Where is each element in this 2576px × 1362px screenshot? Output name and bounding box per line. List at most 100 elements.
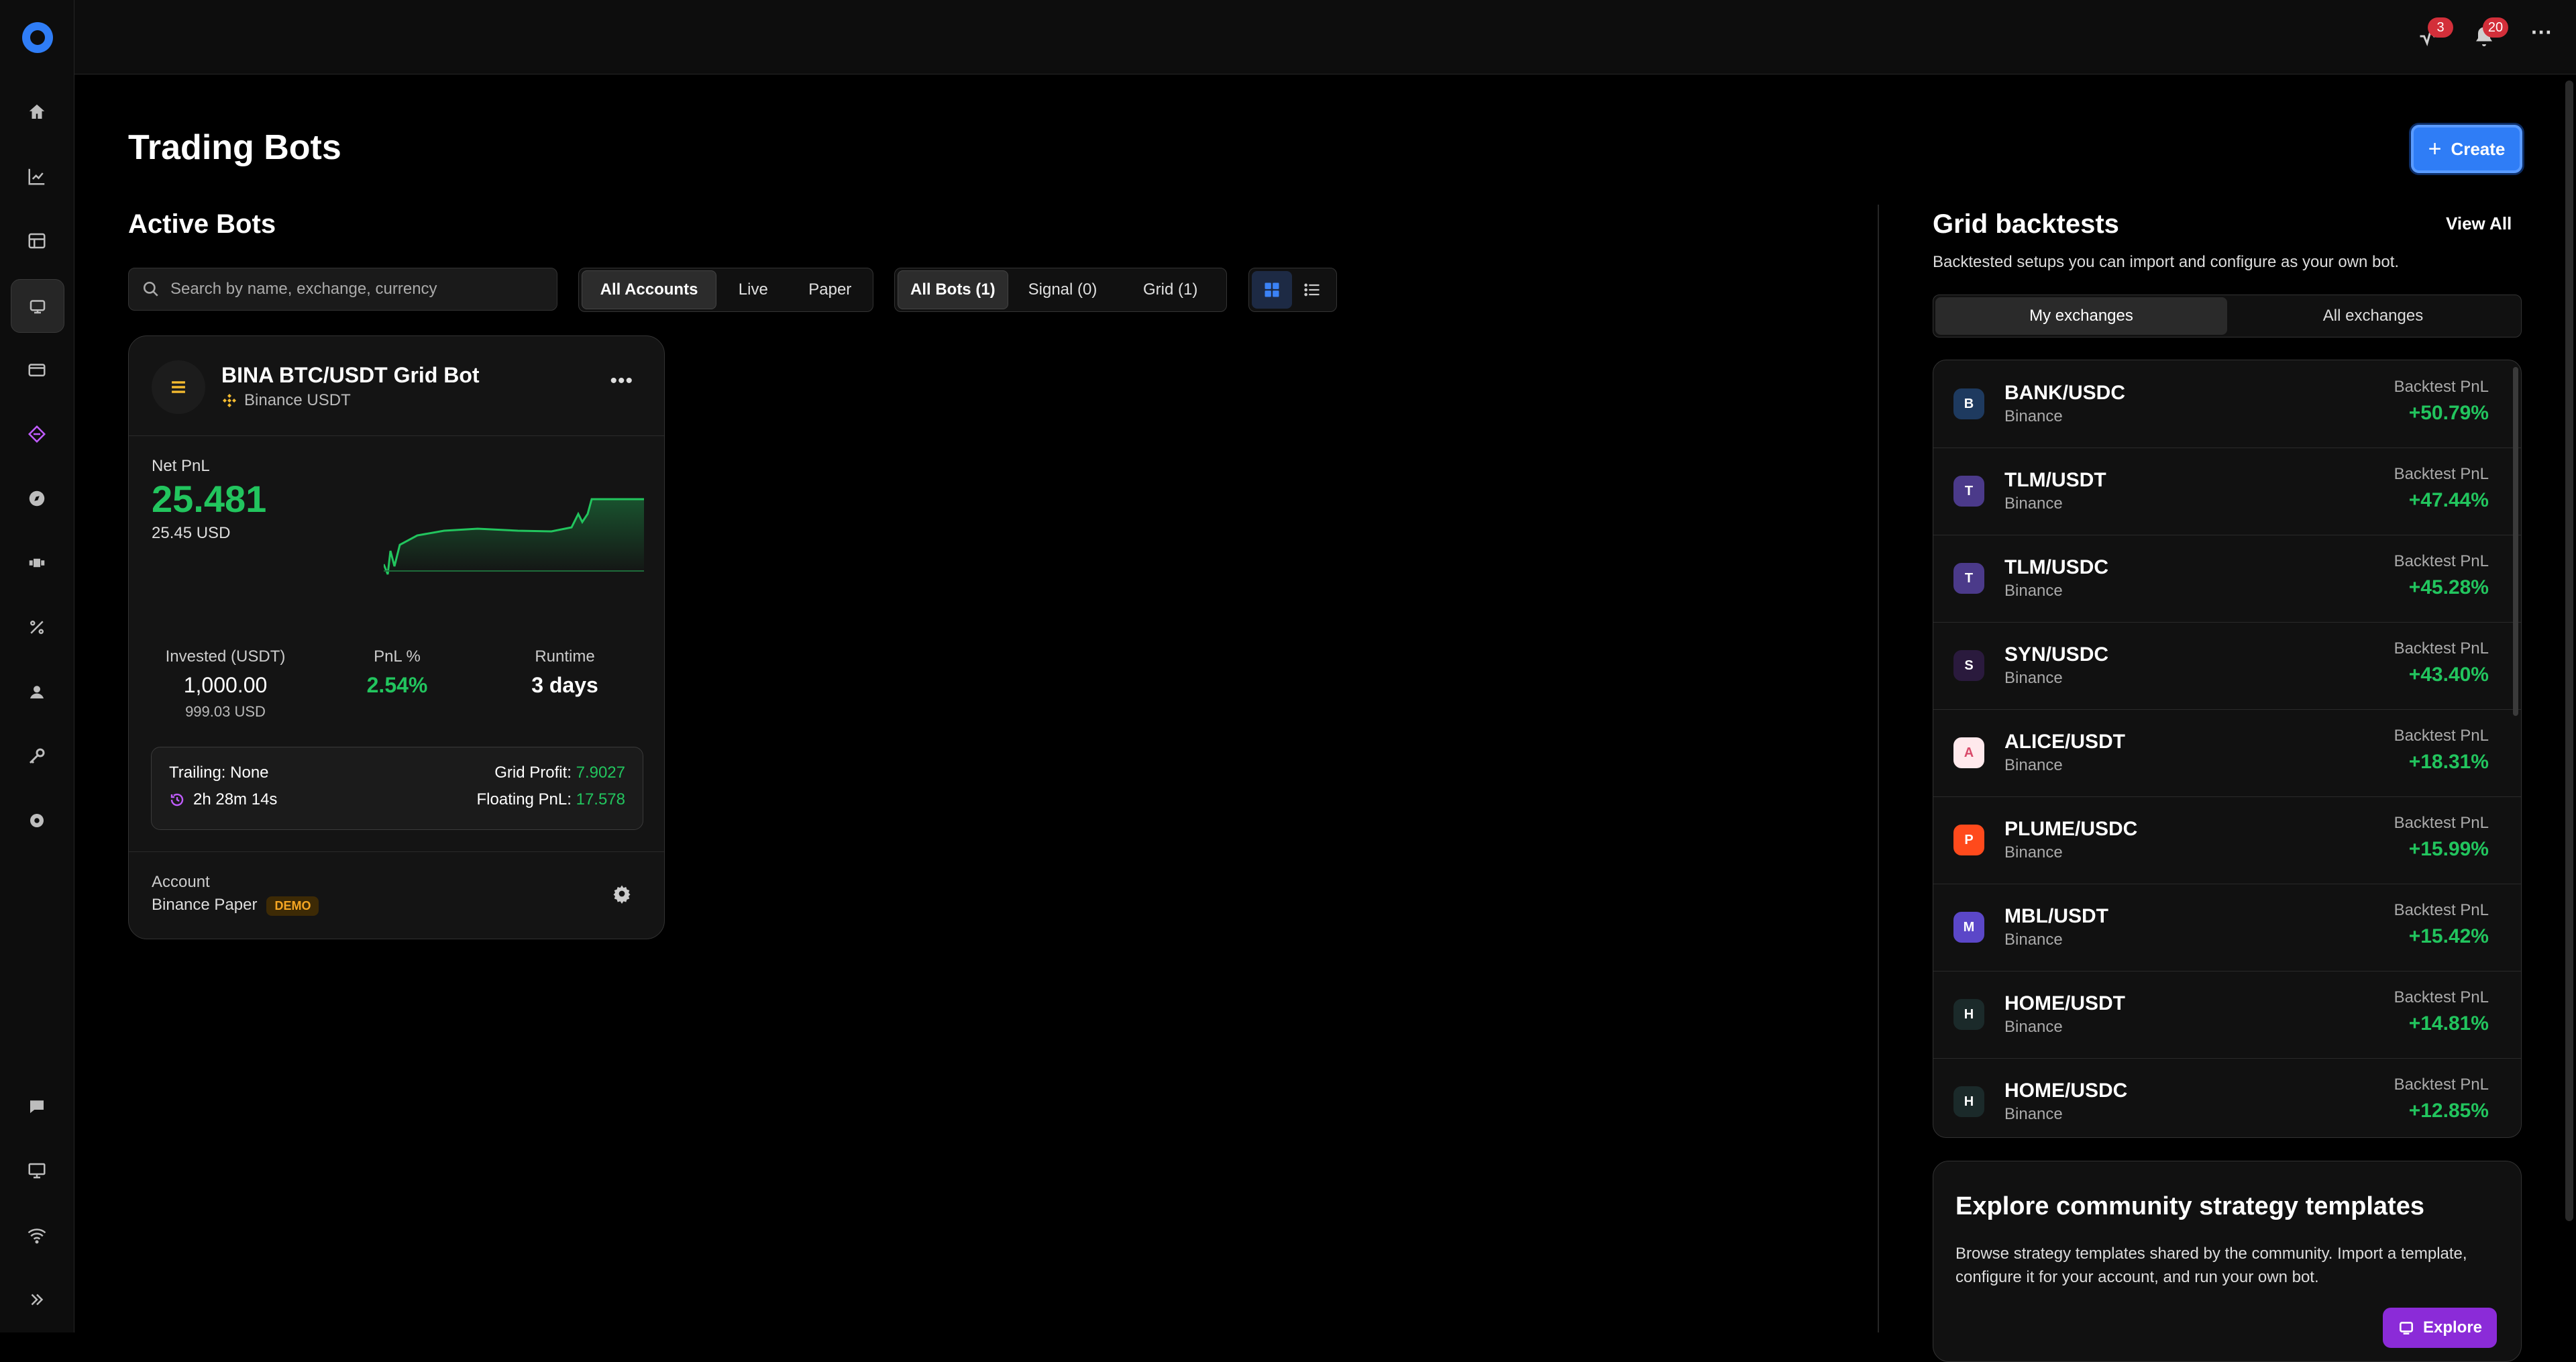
backtest-pnl-value: +47.44% bbox=[2408, 489, 2489, 511]
activity-icon[interactable]: 3 bbox=[2417, 17, 2453, 48]
explore-templates-card: Explore community strategy templates Bro… bbox=[1933, 1161, 2522, 1362]
floating-pnl: Floating PnL: 17.578 bbox=[477, 790, 626, 809]
backtest-exchange: Binance bbox=[2004, 931, 2063, 949]
backtest-pnl-label: Backtest PnL bbox=[2394, 1076, 2489, 1094]
backtest-pair: SYN/USDC bbox=[2004, 643, 2109, 666]
bot-menu-button[interactable]: ••• bbox=[610, 370, 633, 392]
explore-button[interactable]: Explore bbox=[2383, 1308, 2497, 1348]
backtest-exchange: Binance bbox=[2004, 669, 2063, 687]
coin-glyph: H bbox=[1964, 1006, 1974, 1022]
app-logo[interactable] bbox=[22, 22, 53, 53]
filter-paper[interactable]: Paper bbox=[790, 271, 870, 309]
pnl-sparkline bbox=[384, 498, 644, 575]
percent-icon[interactable] bbox=[11, 601, 63, 653]
active-bots-title: Active Bots bbox=[128, 209, 276, 239]
grid-bot-icon bbox=[152, 360, 205, 414]
filter-grid[interactable]: Grid (1) bbox=[1117, 271, 1224, 309]
floating-pnl-value: 17.578 bbox=[576, 790, 625, 808]
coin-icon: S bbox=[1953, 650, 1984, 681]
backtest-pnl-label: Backtest PnL bbox=[2394, 988, 2489, 1006]
backtests-title: Grid backtests bbox=[1933, 209, 2119, 239]
backtests-subtitle: Backtested setups you can import and con… bbox=[1933, 253, 2400, 271]
create-button[interactable]: + Create bbox=[2411, 125, 2522, 173]
bot-icon[interactable] bbox=[11, 279, 64, 333]
key-icon[interactable] bbox=[11, 730, 63, 782]
wallet-icon[interactable] bbox=[11, 344, 63, 396]
backtest-row[interactable]: B BANK/USDC Binance Backtest PnL +50.79% bbox=[1933, 360, 2521, 448]
card-divider bbox=[129, 851, 664, 852]
agent-icon[interactable] bbox=[11, 666, 63, 718]
runtime-label: Runtime bbox=[535, 647, 595, 666]
invested-usd: 999.03 USD bbox=[185, 703, 266, 720]
search-placeholder: Search by name, exchange, currency bbox=[170, 280, 437, 298]
gear-icon[interactable] bbox=[11, 794, 63, 847]
account-filter: All Accounts Live Paper bbox=[578, 268, 873, 312]
backtest-row[interactable]: M MBL/USDT Binance Backtest PnL +15.42% bbox=[1933, 884, 2521, 972]
backtest-row[interactable]: T TLM/USDC Binance Backtest PnL +45.28% bbox=[1933, 535, 2521, 623]
coin-icon: H bbox=[1953, 1086, 1984, 1117]
coin-glyph: A bbox=[1964, 745, 1974, 760]
backtest-pair: PLUME/USDC bbox=[2004, 818, 2138, 840]
puzzle-icon[interactable] bbox=[11, 537, 63, 589]
bot-settings-icon[interactable] bbox=[612, 884, 632, 907]
grid-profit-value: 7.9027 bbox=[576, 764, 625, 782]
backtest-row[interactable]: H HOME/USDT Binance Backtest PnL +14.81% bbox=[1933, 971, 2521, 1059]
home-icon[interactable] bbox=[11, 86, 63, 138]
wifi-icon[interactable] bbox=[11, 1209, 63, 1261]
elapsed-time: 2h 28m 14s bbox=[169, 790, 277, 809]
filter-signal[interactable]: Signal (0) bbox=[1008, 271, 1118, 309]
list-view-icon[interactable] bbox=[1292, 271, 1332, 309]
backtest-list: B BANK/USDC Binance Backtest PnL +50.79% T TLM… bbox=[1933, 360, 2522, 1138]
backtest-pnl-value: +45.28% bbox=[2408, 576, 2489, 598]
view-all-link[interactable]: View All bbox=[2446, 213, 2512, 234]
backtest-row[interactable]: P PLUME/USDC Binance Backtest PnL +15.99% bbox=[1933, 796, 2521, 884]
net-pnl-value: 25.481 bbox=[152, 478, 267, 520]
more-menu-button[interactable]: ··· bbox=[2531, 20, 2553, 45]
column-divider bbox=[1878, 205, 1879, 1332]
binance-icon bbox=[223, 394, 236, 407]
exchange-tabs: My exchanges All exchanges bbox=[1933, 295, 2522, 337]
monitor-icon[interactable] bbox=[11, 1145, 63, 1197]
backtest-row[interactable]: H HOME/USDC Binance Backtest PnL +12.85% bbox=[1933, 1058, 2521, 1137]
backtest-pnl-value: +15.99% bbox=[2408, 838, 2489, 860]
search-input[interactable]: Search by name, exchange, currency bbox=[128, 268, 557, 311]
tab-all-exchanges[interactable]: All exchanges bbox=[2227, 297, 2519, 335]
backtest-row[interactable]: S SYN/USDC Binance Backtest PnL +43.40% bbox=[1933, 622, 2521, 710]
backtest-exchange: Binance bbox=[2004, 1105, 2063, 1123]
pnl-percent-stat: PnL % 2.54% bbox=[323, 647, 471, 698]
demo-badge: DEMO bbox=[266, 896, 319, 916]
chart-icon[interactable] bbox=[11, 150, 63, 203]
account-name: Binance Paper bbox=[152, 896, 258, 914]
bot-exchange-label: Binance USDT bbox=[244, 391, 351, 409]
bell-icon[interactable]: 20 bbox=[2472, 17, 2508, 48]
net-pnl-usd: 25.45 USD bbox=[152, 524, 231, 542]
tab-my-exchanges[interactable]: My exchanges bbox=[1935, 297, 2227, 335]
grid-icon[interactable] bbox=[11, 215, 63, 267]
backtest-row[interactable]: T TLM/USDT Binance Backtest PnL +47.44% bbox=[1933, 448, 2521, 535]
coin-glyph: M bbox=[1963, 919, 1975, 935]
invested-label: Invested (USDT) bbox=[165, 647, 286, 666]
runtime-stat: Runtime 3 days bbox=[491, 647, 639, 698]
chat-icon[interactable] bbox=[11, 1080, 63, 1133]
expand-icon[interactable] bbox=[11, 1273, 63, 1326]
bot-card[interactable]: BINA BTC/USDT Grid Bot Binance USDT ••• … bbox=[128, 335, 665, 939]
filter-all-bots[interactable]: All Bots (1) bbox=[898, 270, 1008, 309]
backtest-pnl-label: Backtest PnL bbox=[2394, 814, 2489, 832]
filter-live[interactable]: Live bbox=[716, 271, 790, 309]
plus-icon: + bbox=[2428, 136, 2442, 162]
filter-all-accounts[interactable]: All Accounts bbox=[582, 270, 717, 309]
page-scrollbar[interactable] bbox=[2565, 81, 2573, 1221]
compass-icon[interactable] bbox=[11, 472, 63, 525]
invested-value: 1,000.00 bbox=[183, 673, 268, 697]
backtest-pair: ALICE/USDT bbox=[2004, 731, 2125, 753]
grid-profit: Grid Profit: 7.9027 bbox=[494, 764, 625, 782]
grid-view-icon[interactable] bbox=[1252, 271, 1292, 309]
backtest-pair: BANK/USDC bbox=[2004, 382, 2125, 404]
diamond-icon[interactable] bbox=[11, 408, 63, 460]
backtest-list-scrollbar[interactable] bbox=[2513, 367, 2518, 716]
coin-glyph: B bbox=[1964, 396, 1974, 411]
backtest-pair: TLM/USDT bbox=[2004, 469, 2106, 491]
backtest-pnl-value: +14.81% bbox=[2408, 1012, 2489, 1035]
backtest-row[interactable]: A ALICE/USDT Binance Backtest PnL +18.31% bbox=[1933, 709, 2521, 797]
explore-text: Browse strategy templates shared by the … bbox=[1955, 1245, 2467, 1286]
